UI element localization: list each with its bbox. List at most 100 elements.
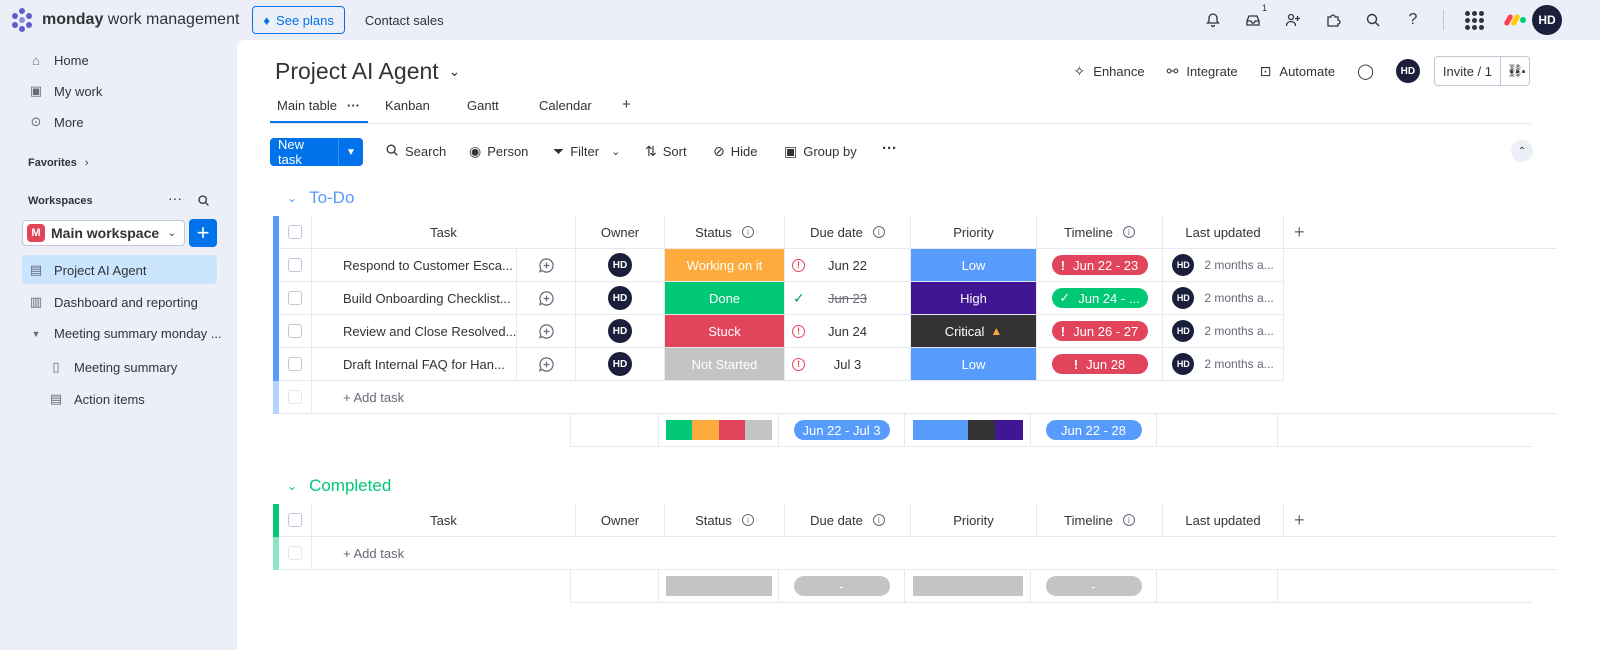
search-button[interactable]: Search — [385, 143, 446, 160]
due-date-cell[interactable]: ! Jun 22 — [785, 249, 911, 282]
workspace-search-icon[interactable] — [197, 194, 210, 210]
user-avatar[interactable]: HD — [1532, 5, 1562, 35]
last-updated-cell[interactable]: HD 2 months a... — [1163, 315, 1284, 348]
group-title[interactable]: ⌄ To-Do — [287, 188, 354, 208]
sort-button[interactable]: ⇅ Sort — [645, 143, 687, 160]
table-row[interactable]: Build Onboarding Checklist... HD Done ✓ Jun … — [273, 282, 1557, 315]
priority-cell[interactable]: Low — [911, 348, 1037, 381]
help-icon[interactable]: ? — [1393, 0, 1433, 40]
row-checkbox-cell[interactable] — [279, 315, 312, 348]
contact-sales-link[interactable]: Contact sales — [365, 13, 444, 28]
column-header-due[interactable]: Due date i — [785, 216, 911, 249]
checkbox[interactable] — [288, 225, 302, 239]
last-updated-cell[interactable]: HD 2 months a... — [1163, 249, 1284, 282]
status-label[interactable]: Stuck — [665, 315, 784, 347]
status-cell[interactable]: Not Started — [665, 348, 785, 381]
apps-puzzle-icon[interactable] — [1313, 0, 1353, 40]
priority-label[interactable]: High — [911, 282, 1036, 314]
priority-summary-bar[interactable] — [912, 420, 1023, 440]
column-header-status[interactable]: Status i — [665, 216, 785, 249]
column-header-timeline[interactable]: Timeline i — [1037, 504, 1163, 537]
owner-cell[interactable]: HD — [576, 315, 665, 348]
workspace-selector[interactable]: M Main workspace ⌄ — [22, 220, 185, 246]
info-icon[interactable]: i — [872, 226, 885, 238]
tab-more-icon[interactable]: ··· — [347, 98, 360, 113]
integrate-button[interactable]: ⚯ Integrate — [1167, 63, 1238, 80]
apps-grid-icon[interactable] — [1454, 0, 1494, 40]
toolbar-more-icon[interactable]: ··· — [882, 140, 897, 157]
row-checkbox-cell[interactable] — [279, 249, 312, 282]
column-header-owner[interactable]: Owner — [576, 504, 665, 537]
column-header-timeline[interactable]: Timeline i — [1037, 216, 1163, 249]
add-task-input[interactable]: + Add task — [312, 381, 1557, 414]
due-date-cell[interactable]: ! Jun 24 — [785, 315, 911, 348]
status-label[interactable]: Done — [665, 282, 784, 314]
task-cell[interactable]: Draft Internal FAQ for Han... — [312, 348, 576, 381]
add-column-button[interactable]: + — [1284, 216, 1557, 249]
table-row[interactable]: Respond to Customer Esca... HD Working on … — [273, 249, 1557, 282]
person-filter-button[interactable]: ◉ Person — [469, 143, 528, 160]
priority-label[interactable]: Critical ▲ — [911, 315, 1036, 347]
column-header-owner[interactable]: Owner — [576, 216, 665, 249]
due-date-cell[interactable]: ✓ Jun 23 — [785, 282, 911, 315]
status-label[interactable]: Not Started — [665, 348, 784, 380]
column-header-due[interactable]: Due date i — [785, 504, 911, 537]
due-date-summary-pill[interactable]: Jun 22 - Jul 3 — [793, 420, 890, 440]
priority-summary-bar[interactable] — [912, 576, 1023, 596]
timeline-cell[interactable]: ! Jun 22 - 23 — [1037, 249, 1163, 282]
add-column-button[interactable]: + — [1284, 504, 1557, 537]
see-plans-button[interactable]: ♦ See plans — [252, 6, 345, 34]
column-header-status[interactable]: Status i — [665, 504, 785, 537]
add-task-row[interactable]: + Add task — [273, 381, 1557, 414]
plus-icon[interactable]: + — [1294, 510, 1305, 531]
timeline-pill[interactable]: ✓ Jun 24 - ... — [1051, 288, 1148, 308]
filter-button[interactable]: ⏷ Filter ⌄ — [553, 143, 620, 160]
row-checkbox-cell[interactable] — [279, 348, 312, 381]
column-header-updated[interactable]: Last updated — [1163, 216, 1284, 249]
timeline-cell[interactable]: ✓ Jun 24 - ... — [1037, 282, 1163, 315]
info-icon[interactable]: i — [872, 514, 885, 526]
checkbox[interactable] — [288, 291, 302, 305]
sidebar-item-home[interactable]: ⌂ Home — [28, 53, 89, 68]
checkbox[interactable] — [288, 324, 302, 338]
column-header-updated[interactable]: Last updated — [1163, 504, 1284, 537]
timeline-pill[interactable]: ! Jun 22 - 23 — [1051, 255, 1148, 275]
checkbox[interactable] — [288, 513, 302, 527]
chevron-down-icon[interactable]: ▼ — [339, 147, 363, 158]
sidebar-item-project-ai-agent[interactable]: ▤ Project AI Agent — [28, 262, 147, 278]
last-updated-cell[interactable]: HD 2 months a... — [1163, 348, 1284, 381]
task-name[interactable]: Build Onboarding Checklist... — [312, 291, 516, 306]
info-icon[interactable]: i — [1122, 514, 1135, 526]
owner-cell[interactable]: HD — [576, 249, 665, 282]
timeline-cell[interactable]: ! Jun 26 - 27 — [1037, 315, 1163, 348]
priority-cell[interactable]: High — [911, 282, 1037, 315]
column-header-task[interactable]: Task — [312, 216, 576, 249]
task-cell[interactable]: Respond to Customer Esca... — [312, 249, 576, 282]
status-summary-bar[interactable] — [665, 576, 772, 596]
priority-cell[interactable]: Low — [911, 249, 1037, 282]
group-title[interactable]: ⌄ Completed — [287, 476, 391, 496]
search-icon[interactable] — [1353, 0, 1393, 40]
table-row[interactable]: Review and Close Resolved... HD Stuck! Jun … — [273, 315, 1557, 348]
info-icon[interactable]: i — [1122, 226, 1135, 238]
sidebar-item-more[interactable]: ⊙ More — [28, 114, 84, 130]
status-cell[interactable]: Done — [665, 282, 785, 315]
chat-icon[interactable]: ◯ — [1357, 62, 1374, 80]
add-update-icon[interactable] — [516, 315, 575, 347]
inbox-icon[interactable]: 1 — [1233, 0, 1273, 40]
column-header-task[interactable]: Task — [312, 504, 576, 537]
tab-main-table[interactable]: Main table ··· — [277, 98, 360, 113]
add-task-input[interactable]: + Add task — [312, 537, 1557, 570]
timeline-pill[interactable]: ! Jun 28 — [1051, 354, 1148, 374]
last-updated-cell[interactable]: HD 2 months a... — [1163, 282, 1284, 315]
chevron-down-icon[interactable]: ⌄ — [611, 145, 620, 158]
add-task-row[interactable]: + Add task — [273, 537, 1557, 570]
collapse-header-icon[interactable]: ⌃ — [1511, 140, 1533, 162]
add-workspace-item-button[interactable]: + — [189, 219, 217, 247]
sidebar-item-action-items[interactable]: ▤ Action items — [48, 391, 145, 407]
owner-avatar[interactable]: HD — [608, 253, 632, 277]
group-by-button[interactable]: ▣ Group by — [784, 143, 857, 160]
monday-logo[interactable]: monday work management — [10, 8, 239, 32]
due-date-summary-pill[interactable]: - — [793, 576, 890, 596]
add-update-icon[interactable] — [516, 249, 575, 281]
